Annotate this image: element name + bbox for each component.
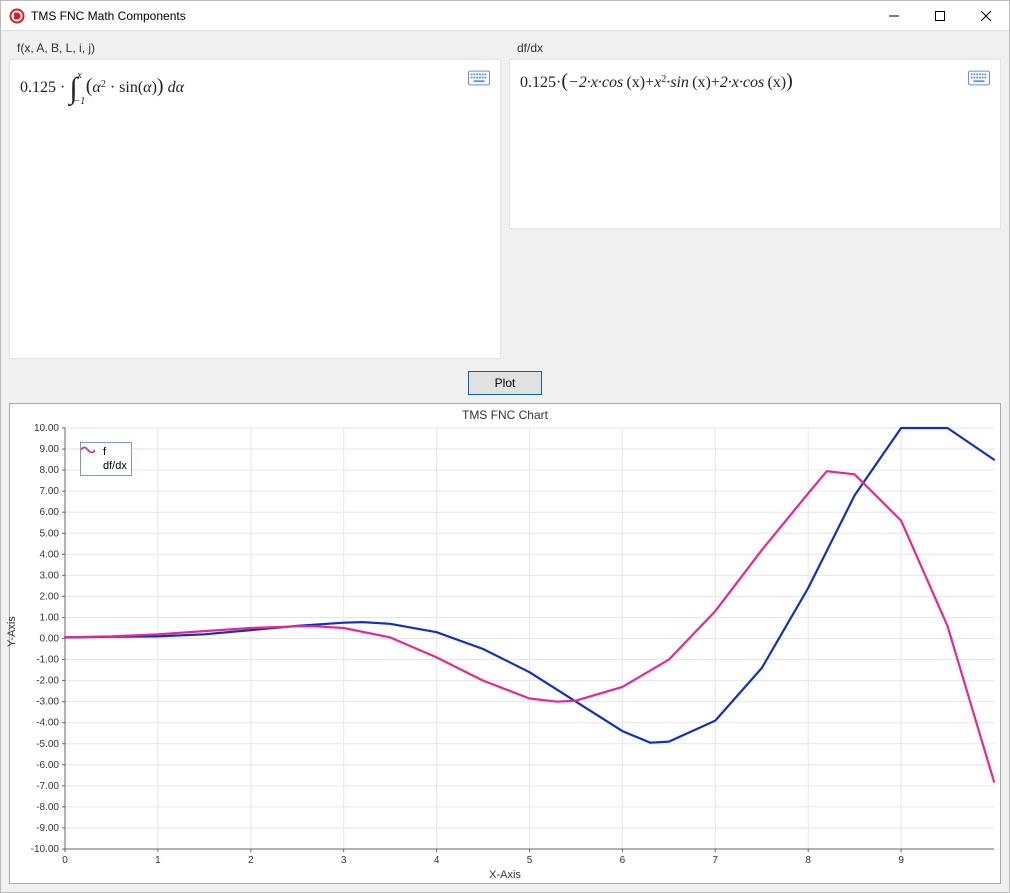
keyboard-icon[interactable] (968, 70, 990, 86)
svg-text:8.00: 8.00 (40, 465, 60, 476)
svg-text:4.00: 4.00 (40, 549, 60, 560)
svg-text:-1.00: -1.00 (36, 655, 59, 666)
chart-svg: -10.00 -9.00 -8.00 -7.00 -6.00 -5.00 -4.00 -3.0… (10, 424, 1000, 869)
app-window: TMS FNC Math Components f(x, A, B, L, i,… (0, 0, 1010, 893)
svg-text:9.00: 9.00 (40, 444, 60, 455)
window-title: TMS FNC Math Components (31, 9, 186, 23)
svg-text:-4.00: -4.00 (36, 718, 59, 729)
chart-plot-area[interactable]: Y-Axis -10.00-9.00-8.00-7.00-6.00-5.00-4… (10, 424, 1000, 869)
chart-container: TMS FNC Chart Y-Axis -10.00-9.00-8.00-7.… (9, 403, 1001, 884)
svg-text:0: 0 (62, 855, 68, 866)
svg-text:-3.00: -3.00 (36, 697, 59, 708)
svg-text:7: 7 (713, 855, 719, 866)
legend-item-dfdx: df/dx (85, 459, 127, 473)
formula-panels: f(x, A, B, L, i, j) 0.125 · ∫−1x (α2 · s (1, 31, 1009, 367)
function-formula: 0.125 · ∫−1x (α2 · sin(α)) dα (20, 70, 458, 107)
svg-text:2: 2 (248, 855, 254, 866)
svg-text:10.00: 10.00 (34, 424, 59, 434)
chart-title: TMS FNC Chart (10, 404, 1000, 424)
derivative-editor[interactable]: 0.125·(−2·x·cos (x)+x2·sin (x)+2·x·cos (… (509, 59, 1001, 229)
svg-text:-10.00: -10.00 (31, 844, 60, 855)
legend-swatch-dfdx (85, 461, 99, 471)
titlebar: TMS FNC Math Components (1, 1, 1009, 31)
legend-label-dfdx: df/dx (103, 459, 127, 473)
svg-text:6.00: 6.00 (40, 507, 60, 518)
svg-text:6: 6 (620, 855, 626, 866)
svg-text:1: 1 (155, 855, 161, 866)
svg-text:-6.00: -6.00 (36, 760, 59, 771)
minimize-button[interactable] (871, 1, 917, 31)
svg-text:5.00: 5.00 (40, 528, 60, 539)
derivative-panel-label: df/dx (509, 39, 1001, 59)
function-panel: f(x, A, B, L, i, j) 0.125 · ∫−1x (α2 · s (9, 39, 501, 359)
svg-text:-2.00: -2.00 (36, 676, 59, 687)
svg-text:3: 3 (341, 855, 347, 866)
function-editor[interactable]: 0.125 · ∫−1x (α2 · sin(α)) dα (9, 59, 501, 359)
svg-text:-9.00: -9.00 (36, 823, 59, 834)
chart-legend: f df/dx (80, 442, 132, 476)
svg-text:4: 4 (434, 855, 440, 866)
svg-text:9: 9 (898, 855, 904, 866)
function-panel-label: f(x, A, B, L, i, j) (9, 39, 501, 59)
app-icon (9, 8, 25, 24)
close-button[interactable] (963, 1, 1009, 31)
svg-text:2.00: 2.00 (40, 591, 60, 602)
plot-button[interactable]: Plot (468, 371, 542, 395)
derivative-panel: df/dx 0.125·(−2·x·cos (x)+x2·sin (x)+2·x… (509, 39, 1001, 359)
svg-text:3.00: 3.00 (40, 570, 60, 581)
svg-text:7.00: 7.00 (40, 486, 60, 497)
plot-button-row: Plot (1, 367, 1009, 403)
legend-label-f: f (103, 445, 106, 459)
keyboard-icon[interactable] (468, 70, 490, 86)
svg-text:-5.00: -5.00 (36, 739, 59, 750)
svg-text:5: 5 (527, 855, 533, 866)
svg-text:-7.00: -7.00 (36, 781, 59, 792)
svg-text:-8.00: -8.00 (36, 802, 59, 813)
svg-text:1.00: 1.00 (40, 612, 60, 623)
svg-text:0.00: 0.00 (40, 634, 60, 645)
chart-x-axis-label: X-Axis (10, 869, 1000, 883)
svg-text:8: 8 (805, 855, 811, 866)
derivative-formula: 0.125·(−2·x·cos (x)+x2·sin (x)+2·x·cos (… (520, 70, 958, 93)
maximize-button[interactable] (917, 1, 963, 31)
